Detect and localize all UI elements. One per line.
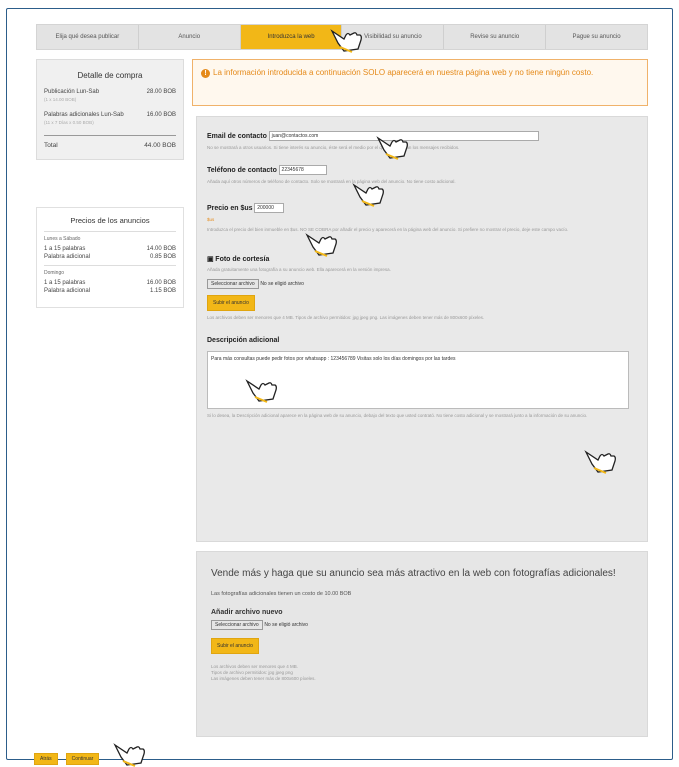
extra-cost-text: Las fotografías adicionales tienen un co…	[211, 591, 352, 597]
purchase-row-sub: (11 x 7 Días x 0.50 BOB)	[44, 120, 94, 125]
step-2[interactable]: Anuncio	[139, 25, 241, 49]
purchase-detail-panel: Detalle de compra Publicación Lun-Sab 28…	[36, 59, 184, 160]
camera-icon: ▣	[207, 256, 214, 263]
purchase-row: Publicación Lun-Sab 28.00 BOB	[44, 89, 176, 95]
price-row-label: 1 a 15 palabras	[44, 246, 86, 252]
alert-icon: !	[201, 69, 210, 78]
prices-group: Domingo 1 a 15 palabras 16.00 BOB Palabra…	[44, 265, 176, 294]
extra-no-file-text: No se eligió archivo	[264, 622, 308, 628]
price-row-label: Palabra adicional	[44, 288, 91, 294]
info-notice: ! La información introducida a continuaci…	[192, 59, 648, 106]
price-row: 1 a 15 palabras 16.00 BOB	[44, 280, 176, 286]
price-row-label: Palabra adicional	[44, 254, 91, 260]
extra-select-file-button[interactable]: Seleccionar archivo	[211, 620, 263, 630]
step-3-active[interactable]: Introduzca la web	[240, 25, 343, 49]
step-1[interactable]: Elija qué desea publicar	[37, 25, 139, 49]
purchase-row-sub: (1 x 14.00 BOB)	[44, 97, 77, 102]
hand-pointer-icon	[305, 233, 337, 257]
back-button[interactable]: Atrás	[34, 753, 58, 765]
purchase-row-value: 16.00 BOB	[146, 112, 176, 118]
purchase-title: Detalle de compra	[77, 71, 143, 80]
prices-group: Lunes a Sábado 1 a 15 palabras 14.00 BOB …	[44, 231, 176, 260]
add-file-label: Añadir archivo nuevo	[211, 609, 283, 616]
price-row-value: 0.85 BOB	[149, 254, 176, 260]
prices-day: Lunes a Sábado	[44, 236, 81, 242]
purchase-total: Total 44.00 BOB	[44, 135, 176, 149]
price-row-value: 1.15 BOB	[149, 288, 176, 294]
prices-title: Precios de los anuncios	[70, 216, 150, 225]
web-info-form: Email de contacto juan@contactos.com No …	[196, 116, 648, 542]
total-value: 44.00 BOB	[144, 142, 176, 149]
price-field[interactable]: 200000	[254, 203, 285, 213]
description-help: Si lo desea, la Descripción adicional ap…	[207, 413, 588, 418]
hand-pointer-icon	[584, 450, 616, 474]
hand-pointer-icon	[113, 743, 145, 767]
upload-help: Los archivos deben ser menores que 4 MB.…	[207, 315, 485, 320]
extra-heading: Vende más y haga que su anuncio sea más …	[211, 568, 616, 579]
price-row: 1 a 15 palabras 14.00 BOB	[44, 246, 176, 252]
email-label: Email de contacto	[207, 132, 267, 140]
price-row-value: 16.00 BOB	[146, 280, 176, 286]
phone-label: Teléfono de contacto	[207, 166, 277, 174]
price-help: Introduzca el precio del bien inmueble e…	[207, 227, 569, 232]
step-6[interactable]: Pague su anuncio	[546, 25, 647, 49]
description-label: Descripción adicional	[207, 337, 280, 344]
footer-buttons: Atrás Continuar	[34, 753, 100, 765]
phone-field[interactable]: 22345678	[278, 165, 327, 175]
price-row: Palabra adicional 0.85 BOB	[44, 254, 176, 260]
purchase-row: Palabras adicionales Lun-Sab 16.00 BOB	[44, 112, 176, 118]
price-row-value: 14.00 BOB	[146, 246, 176, 252]
purchase-row-label: Publicación Lun-Sab	[44, 89, 100, 95]
hand-pointer-icon	[245, 379, 277, 403]
price-row-label: 1 a 15 palabras	[44, 280, 86, 286]
extra-upload-button[interactable]: Subir el anuncio	[211, 638, 259, 654]
purchase-row-value: 28.00 BOB	[146, 89, 176, 95]
prices-panel: Precios de los anuncios Lunes a Sábado 1…	[36, 207, 184, 308]
photo-help: Añada gratuitamente una fotografía a su …	[207, 267, 391, 272]
prices-day: Domingo	[44, 270, 65, 276]
hand-pointer-icon	[376, 136, 408, 160]
hand-pointer-icon	[352, 183, 384, 207]
continue-button[interactable]: Continuar	[65, 753, 100, 765]
price-label: Precio en $us	[207, 204, 253, 212]
email-help: No se mostrará a otros usuarios. Si tien…	[207, 145, 460, 150]
total-label: Total	[44, 142, 58, 149]
notice-text: La información introducida a continuació…	[213, 68, 594, 77]
upload-photo-button[interactable]: Subir el anuncio	[207, 295, 255, 311]
price-currency-note: $us	[207, 217, 215, 222]
no-file-text: No se eligió archivo	[260, 281, 304, 287]
photo-label: Foto de cortesía	[215, 256, 270, 263]
price-row: Palabra adicional 1.15 BOB	[44, 288, 176, 294]
step-5[interactable]: Revise su anuncio	[444, 25, 547, 49]
phone-help: Añada aquí otros números de teléfono de …	[207, 179, 456, 184]
select-file-button[interactable]: Seleccionar archivo	[207, 279, 259, 289]
extra-photos-box: Vende más y haga que su anuncio sea más …	[196, 551, 648, 737]
extra-help-3: Las imágenes deben tener más de 800x600 …	[211, 676, 316, 681]
purchase-row-label: Palabras adicionales Lun-Sab	[44, 112, 124, 118]
hand-pointer-icon	[330, 29, 362, 53]
